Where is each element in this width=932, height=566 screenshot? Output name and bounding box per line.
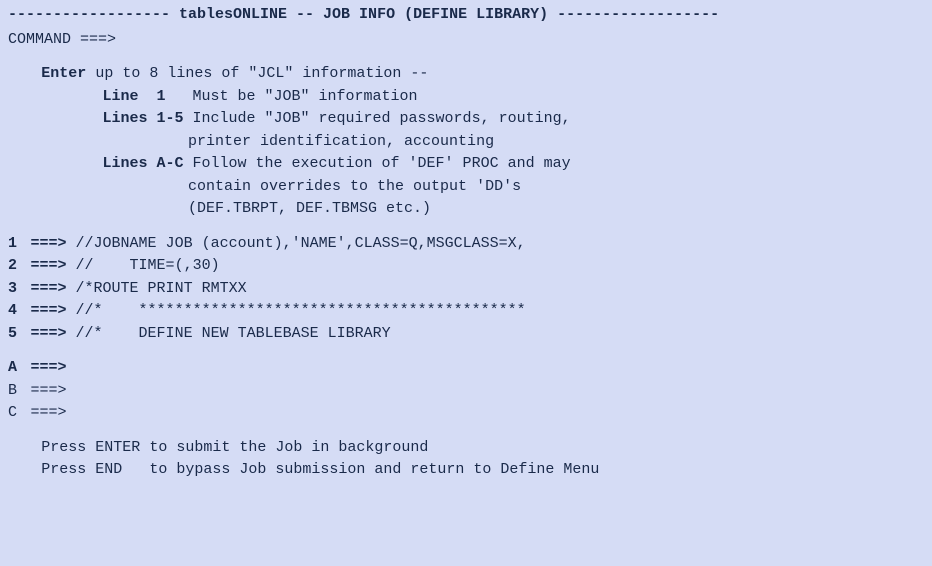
instr-linesac: Lines A-C Follow the execution of 'DEF' … — [8, 153, 924, 176]
lines15-text1: Include "JOB" required passwords, routin… — [184, 110, 571, 127]
jcl-line-num: A — [8, 357, 22, 380]
jcl-input-3[interactable] — [76, 280, 836, 297]
hint-enter: Press ENTER to submit the Job in backgro… — [41, 437, 924, 460]
linesac-text3: (DEF.TBRPT, DEF.TBMSG etc.) — [188, 200, 431, 217]
title-bar: ------------------ tablesONLINE -- JOB I… — [8, 4, 924, 27]
instr-enter: Enter up to 8 lines of "JCL" information… — [8, 63, 924, 86]
instr-linesac-c: (DEF.TBRPT, DEF.TBMSG etc.) — [8, 198, 924, 221]
line1-label: Line 1 — [103, 88, 166, 105]
command-input[interactable] — [125, 31, 885, 48]
jcl-arrow: ===> — [31, 280, 67, 297]
jcl-line-num: 2 — [8, 255, 22, 278]
hint-end: Press END to bypass Job submission and r… — [41, 459, 924, 482]
jcl-arrow: ===> — [31, 325, 67, 342]
jcl-row: A ===> — [8, 357, 924, 380]
linesac-label: Lines A-C — [103, 155, 184, 172]
jcl-row: 5 ===> — [8, 323, 924, 346]
lines15-text2: printer identification, accounting — [188, 133, 494, 150]
linesac-text2: contain overrides to the output 'DD's — [188, 178, 521, 195]
jcl-row: 2 ===> — [8, 255, 924, 278]
jcl-line-num: 5 — [8, 323, 22, 346]
jcl-arrow: ===> — [31, 235, 67, 252]
jcl-line-num: C — [8, 402, 22, 425]
title-dash-left: ------------------ — [8, 6, 179, 23]
jcl-row: 3 ===> — [8, 278, 924, 301]
instr-lines15b: printer identification, accounting — [8, 131, 924, 154]
instr-line1: Line 1 Must be "JOB" information — [8, 86, 924, 109]
enter-label: Enter — [41, 65, 86, 82]
enter-rest: up to 8 lines of "JCL" information -- — [86, 65, 428, 82]
jcl-input-4[interactable] — [76, 302, 836, 319]
instructions-block: Enter up to 8 lines of "JCL" information… — [8, 63, 924, 221]
jcl-row: C ===> — [8, 402, 924, 425]
command-label: COMMAND ===> — [8, 31, 116, 48]
jcl-row: 4 ===> — [8, 300, 924, 323]
jcl-line-num: 4 — [8, 300, 22, 323]
page-title: tablesONLINE -- JOB INFO (DEFINE LIBRARY… — [179, 6, 548, 23]
jcl-block-alpha: A ===> B ===> C ===> — [8, 357, 924, 425]
footer-hints: Press ENTER to submit the Job in backgro… — [8, 437, 924, 482]
jcl-arrow: ===> — [31, 404, 67, 421]
jcl-row: 1 ===> — [8, 233, 924, 256]
title-dash-right: ------------------ — [548, 6, 719, 23]
jcl-block-numeric: 1 ===> 2 ===> 3 ===> 4 ===> 5 ===> — [8, 233, 924, 346]
jcl-row: B ===> — [8, 380, 924, 403]
jcl-line-num: 3 — [8, 278, 22, 301]
jcl-input-b[interactable] — [76, 382, 836, 399]
jcl-arrow: ===> — [31, 302, 67, 319]
jcl-input-1[interactable] — [76, 235, 836, 252]
instr-lines15: Lines 1-5 Include "JOB" required passwor… — [8, 108, 924, 131]
jcl-input-2[interactable] — [76, 257, 836, 274]
line1-text: Must be "JOB" information — [166, 88, 418, 105]
jcl-input-c[interactable] — [76, 404, 836, 421]
jcl-arrow: ===> — [31, 257, 67, 274]
jcl-arrow: ===> — [31, 382, 67, 399]
jcl-input-a[interactable] — [76, 359, 836, 376]
lines15-label: Lines 1-5 — [103, 110, 184, 127]
instr-linesac-b: contain overrides to the output 'DD's — [8, 176, 924, 199]
jcl-line-num: B — [8, 380, 22, 403]
jcl-arrow: ===> — [31, 359, 67, 376]
command-row: COMMAND ===> — [8, 29, 924, 52]
jcl-input-5[interactable] — [76, 325, 836, 342]
linesac-text1: Follow the execution of 'DEF' PROC and m… — [184, 155, 571, 172]
jcl-line-num: 1 — [8, 233, 22, 256]
